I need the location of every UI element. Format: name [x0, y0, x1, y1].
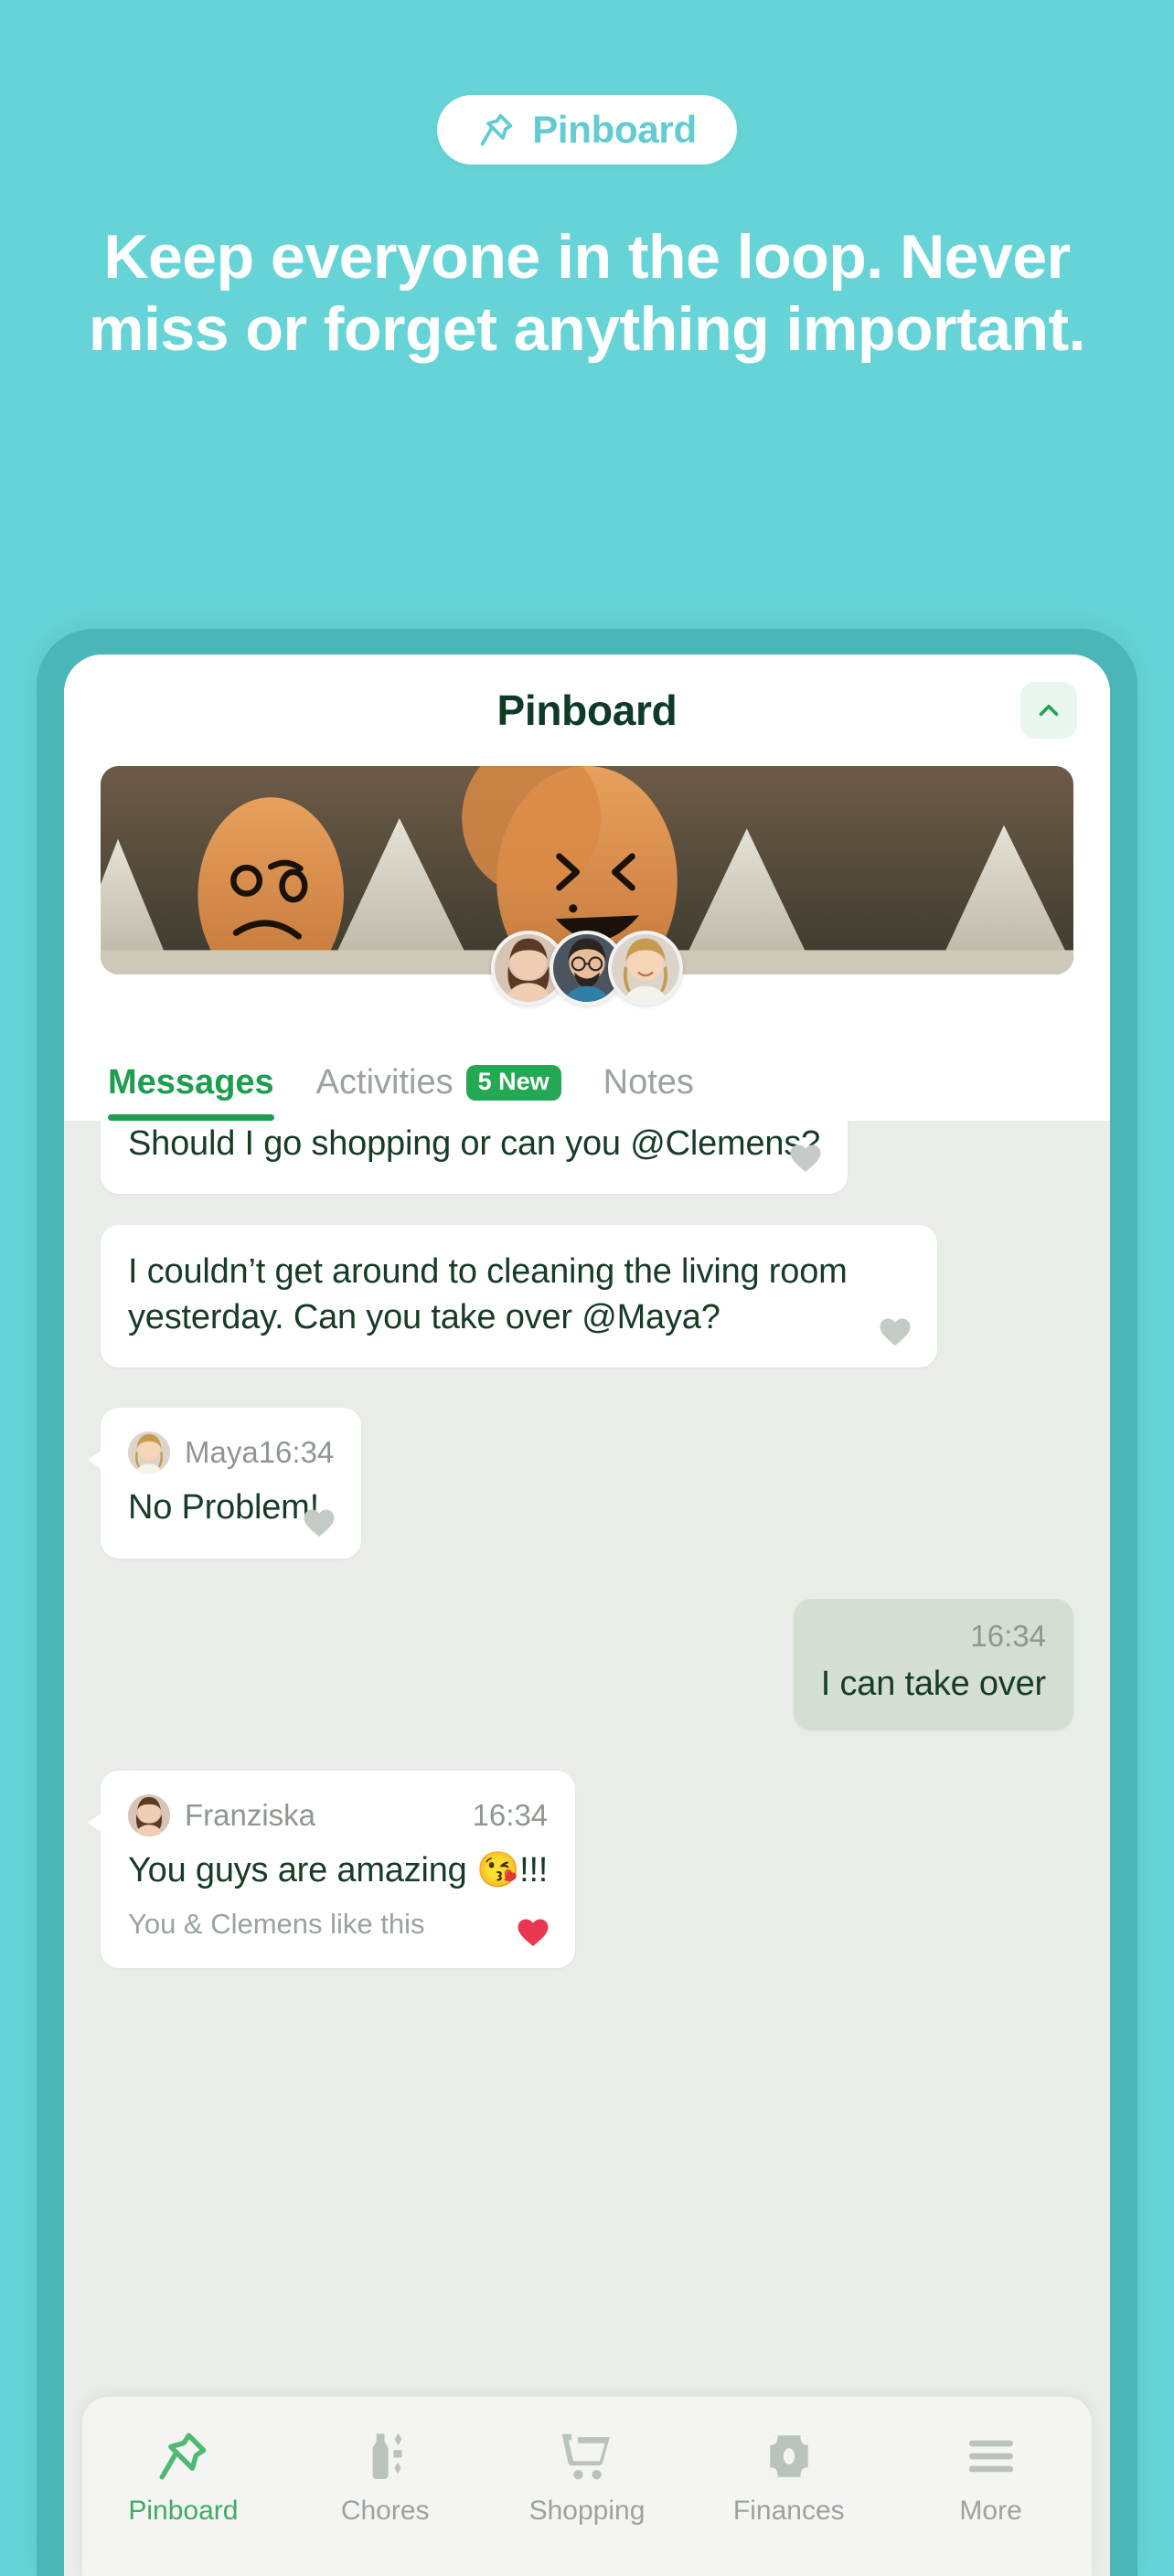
message-bubble[interactable]: I couldn’t get around to cleaning the li… — [101, 1225, 938, 1368]
avatar — [128, 1794, 170, 1836]
tab-messages-label: Messages — [108, 1063, 274, 1102]
bottle-icon — [357, 2428, 413, 2485]
message-text: I couldn’t get around to cleaning the li… — [128, 1252, 848, 1337]
franziska-avatar — [128, 1794, 170, 1836]
chevron-up-icon — [1039, 704, 1059, 717]
message-text: You guys are amazing 😘!!! — [128, 1850, 549, 1889]
app-header: Pinboard — [64, 655, 1110, 766]
phone-frame: Pinboard Messages Activities 5 New Notes… — [37, 629, 1137, 2576]
brand-pill: Pinboard — [437, 95, 737, 165]
message-bubble[interactable]: Should I go shopping or can you @Clemens… — [101, 1121, 848, 1195]
pin-icon — [155, 2428, 211, 2485]
message-sender: Maya — [185, 1435, 259, 1470]
avatar — [128, 1432, 170, 1474]
heart-icon[interactable] — [303, 1507, 336, 1538]
message-bubble[interactable]: Franziska 16:34 You guys are amazing 😘!!… — [87, 1770, 576, 1968]
tab-notes-label: Notes — [603, 1063, 694, 1102]
collapse-button[interactable] — [1020, 682, 1077, 739]
message-header: 16:34 — [821, 1619, 1046, 1654]
nav-label: More — [959, 2496, 1022, 2526]
message-list[interactable]: Should I go shopping or can you @Clemens… — [64, 1121, 1110, 2576]
tab-activities[interactable]: Activities 5 New — [316, 1063, 561, 1121]
bottom-navigation: Pinboard Chores Shopping Finances More — [82, 2397, 1092, 2576]
heart-icon[interactable] — [879, 1316, 912, 1347]
tab-activities-label: Activities — [315, 1063, 454, 1102]
nav-label: Chores — [340, 2496, 430, 2526]
message-bubble[interactable]: Maya 16:34 No Problem! — [87, 1408, 362, 1559]
nav-item-chores[interactable]: Chores — [284, 2428, 486, 2527]
nav-item-pinboard[interactable]: Pinboard — [82, 2428, 284, 2527]
maya-avatar — [128, 1432, 170, 1474]
avatar[interactable] — [608, 931, 683, 1006]
brand-pill-label: Pinboard — [532, 108, 697, 151]
status-badge: 5 New — [465, 1065, 561, 1101]
nav-item-shopping[interactable]: Shopping — [486, 2428, 688, 2527]
nav-item-more[interactable]: More — [890, 2428, 1092, 2527]
message-text: Should I go shopping or can you @Clemens… — [128, 1124, 821, 1163]
cart-icon — [559, 2428, 615, 2485]
nav-label: Finances — [732, 2496, 845, 2526]
message-header: Franziska 16:34 — [128, 1794, 548, 1836]
message-header: Maya 16:34 — [128, 1432, 334, 1474]
nav-label: Pinboard — [128, 2496, 239, 2526]
message-time: 16:34 — [472, 1797, 549, 1832]
heart-icon[interactable] — [517, 1917, 550, 1948]
tab-notes[interactable]: Notes — [603, 1063, 694, 1121]
promo-header: Pinboard Keep everyone in the loop. Neve… — [0, 0, 1174, 658]
page-title: Keep everyone in the loop. Never miss or… — [89, 222, 1085, 364]
menu-icon — [963, 2428, 1019, 2485]
app-title: Pinboard — [496, 687, 678, 734]
like-summary: You & Clemens like this — [128, 1907, 425, 1940]
banknote-icon — [761, 2428, 817, 2485]
member-avatars — [64, 931, 1110, 1006]
maya-avatar — [612, 934, 679, 1002]
message-text: I can take over — [820, 1664, 1046, 1703]
pin-icon — [477, 111, 516, 149]
nav-label: Shopping — [528, 2496, 646, 2526]
tab-messages[interactable]: Messages — [108, 1063, 274, 1121]
message-bubble[interactable]: 16:34 I can take over — [793, 1598, 1073, 1730]
heart-icon[interactable] — [789, 1143, 822, 1174]
cover-section — [64, 766, 1110, 1006]
message-time: 16:34 — [970, 1618, 1046, 1653]
phone-screen: Pinboard Messages Activities 5 New Notes… — [64, 655, 1110, 2576]
message-time: 16:34 — [258, 1435, 335, 1470]
nav-item-finances[interactable]: Finances — [688, 2428, 890, 2527]
tab-bar: Messages Activities 5 New Notes — [64, 1022, 1110, 1121]
message-sender: Franziska — [185, 1797, 316, 1832]
